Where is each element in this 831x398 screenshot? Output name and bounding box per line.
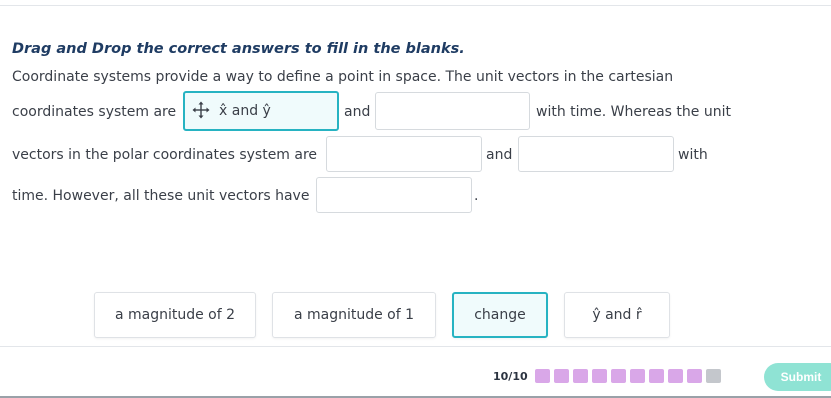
progress-dot [592, 369, 607, 383]
progress-dot [573, 369, 588, 383]
progress-dot [649, 369, 664, 383]
blank-4[interactable] [518, 136, 674, 172]
progress-dot [554, 369, 569, 383]
choice-magnitude-1[interactable]: a magnitude of 1 [272, 292, 436, 338]
progress-dots [535, 369, 721, 383]
instruction-heading: Drag and Drop the correct answers to fil… [12, 41, 465, 57]
passage-line-2a: coordinates system are [12, 104, 177, 120]
progress-dot [687, 369, 702, 383]
blank-1[interactable]: x̂ and ŷ [183, 91, 339, 131]
passage-line-3b: and [486, 147, 513, 163]
top-divider [0, 5, 831, 6]
blank-1-answer[interactable]: x̂ and ŷ [219, 103, 271, 119]
passage-line-1: Coordinate systems provide a way to defi… [12, 69, 674, 85]
progress-dot [535, 369, 550, 383]
choice-y-and-r[interactable]: ŷ and r̂ [564, 292, 670, 338]
progress-dot [706, 369, 721, 383]
progress-count: 10/10 [493, 370, 528, 383]
passage-line-2b: and [344, 104, 371, 120]
passage-line-4b: . [474, 188, 479, 204]
move-icon[interactable] [192, 101, 210, 119]
passage-line-3c: with [678, 147, 708, 163]
progress-dot [611, 369, 626, 383]
passage-line-3a: vectors in the polar coordinates system … [12, 147, 318, 163]
blank-2[interactable] [375, 92, 530, 130]
blank-3[interactable] [326, 136, 482, 172]
footer-divider [0, 346, 831, 347]
blank-5[interactable] [316, 177, 472, 213]
passage-line-2c: with time. Whereas the unit [536, 104, 731, 120]
choice-magnitude-2[interactable]: a magnitude of 2 [94, 292, 256, 338]
progress-dot [630, 369, 645, 383]
passage-line-4a: time. However, all these unit vectors ha… [12, 188, 310, 204]
choice-change[interactable]: change [452, 292, 548, 338]
submit-button[interactable]: Submit [764, 363, 831, 391]
progress-dot [668, 369, 683, 383]
